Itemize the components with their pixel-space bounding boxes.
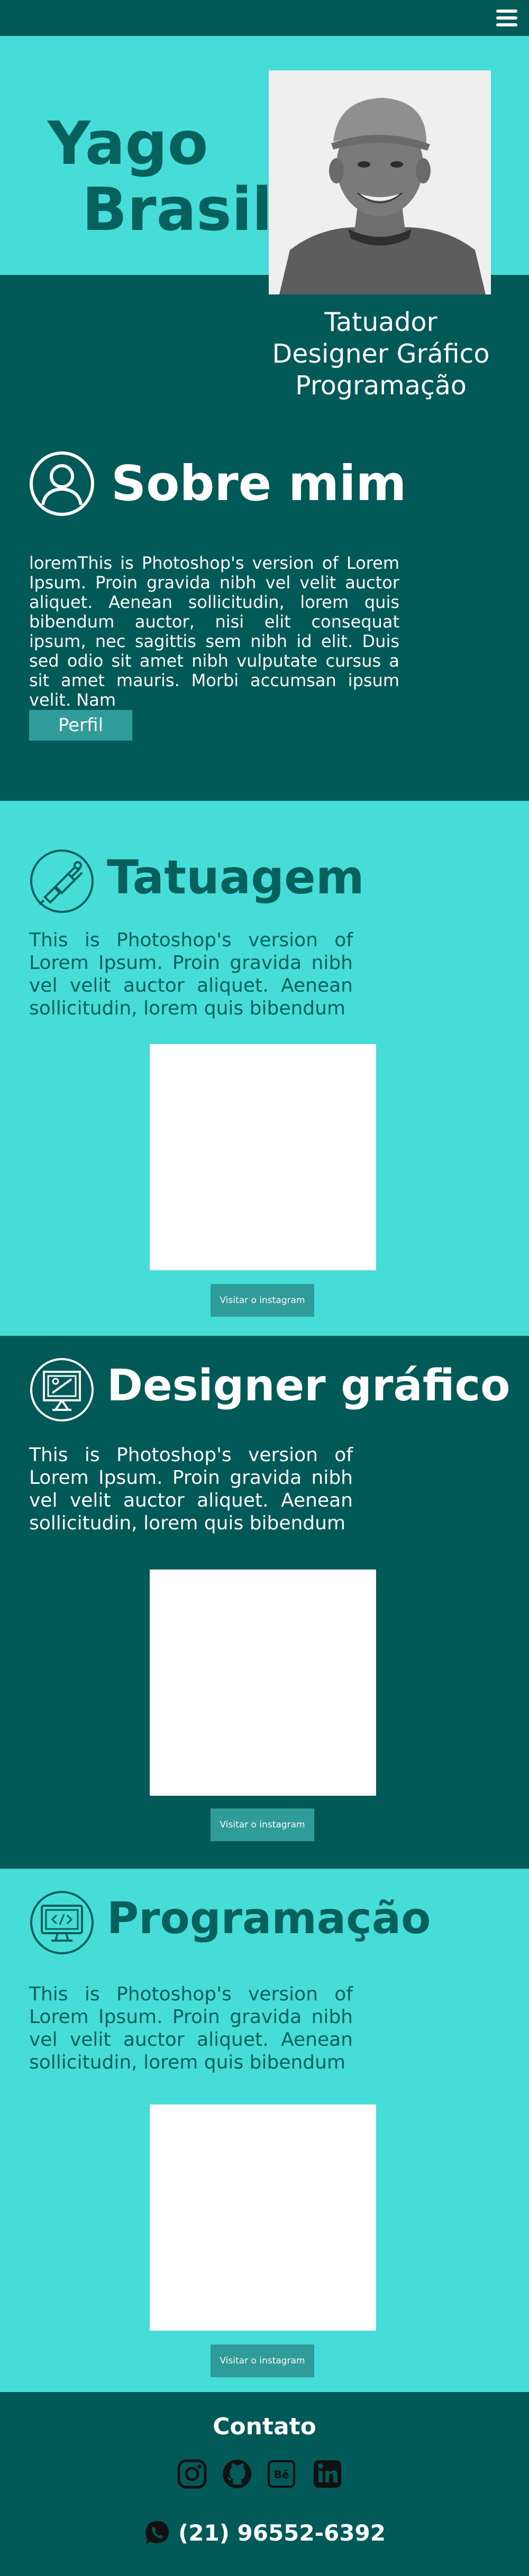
contact-title: Contato	[213, 2413, 316, 2440]
design-image	[150, 1569, 376, 1796]
design-instagram-button[interactable]: Visitar o instagram	[211, 1808, 314, 1841]
design-section: Designer gráfico This is Photoshop's ver…	[0, 1336, 529, 1869]
about-text: loremThis is Photoshop's version of Lore…	[29, 553, 399, 710]
perfil-button[interactable]: Perfil	[29, 710, 132, 741]
graphic-design-icon	[30, 1358, 94, 1421]
about-title: Sobre mim	[111, 455, 407, 512]
tattoo-instagram-button[interactable]: Visitar o instagram	[211, 1284, 314, 1317]
instagram-icon[interactable]	[176, 2458, 208, 2490]
linkedin-icon[interactable]	[312, 2458, 343, 2490]
last-name: Brasil	[82, 176, 272, 244]
role-designer: Designer Gráfico	[272, 339, 490, 369]
top-bar	[0, 0, 529, 36]
role-tatuador: Tatuador	[324, 307, 437, 337]
behance-icon[interactable]: Bē	[266, 2458, 297, 2490]
programming-text: This is Photoshop's version of Lorem Ips…	[29, 1983, 353, 2073]
hero-name: Yago Brasil	[0, 109, 272, 244]
programming-section: Programação This is Photoshop's version …	[0, 1869, 529, 2392]
user-icon	[30, 451, 94, 516]
design-title: Designer gráfico	[107, 1361, 510, 1411]
tattoo-title: Tatuagem	[107, 850, 364, 904]
design-text: This is Photoshop's version of Lorem Ips…	[29, 1444, 353, 1534]
programming-instagram-button[interactable]: Visitar o instagram	[211, 2344, 314, 2377]
whatsapp-icon	[145, 2521, 169, 2544]
role-programacao: Programação	[295, 371, 467, 401]
code-monitor-icon	[30, 1891, 94, 1954]
programming-image	[150, 2104, 376, 2331]
phone-number[interactable]: (21) 96552-6392	[178, 2520, 386, 2546]
hero-roles: Tatuador Designer Gráfico Programação	[227, 307, 529, 402]
github-icon[interactable]	[221, 2458, 253, 2490]
phone-row: (21) 96552-6392	[0, 2519, 529, 2546]
hamburger-menu-icon[interactable]	[495, 7, 518, 29]
first-name: Yago	[48, 109, 208, 178]
svg-text:Bē: Bē	[274, 2468, 289, 2481]
profile-photo	[269, 70, 491, 294]
tattoo-section: Tatuagem This is Photoshop's version of …	[0, 801, 529, 1336]
portrait-image	[269, 70, 491, 294]
tattoo-image	[150, 1044, 376, 1270]
programming-title: Programação	[107, 1894, 431, 1944]
tattoo-machine-icon	[30, 850, 94, 913]
tattoo-text: This is Photoshop's version of Lorem Ips…	[29, 929, 353, 1019]
